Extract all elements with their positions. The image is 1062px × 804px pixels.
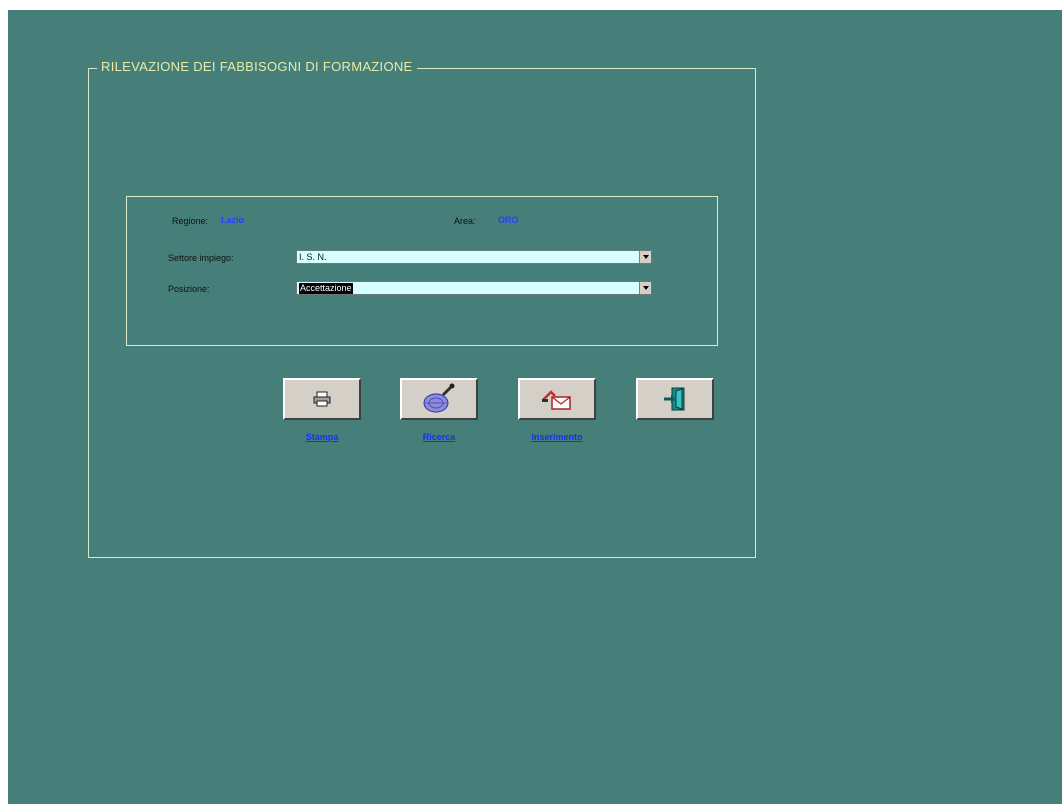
printer-icon: [313, 391, 331, 407]
print-button-label[interactable]: Stampa: [272, 432, 372, 442]
search-button-label[interactable]: Ricerca: [389, 432, 489, 442]
posizione-select[interactable]: Accettazione: [296, 281, 652, 295]
insert-button-label[interactable]: Inserimento: [507, 432, 607, 442]
insert-record-icon: [542, 390, 571, 410]
chevron-down-icon[interactable]: [639, 251, 651, 263]
posizione-label: Posizione:: [168, 284, 210, 294]
settore-label: Settore impiego:: [168, 253, 234, 263]
insert-button[interactable]: [518, 378, 596, 420]
app-window: RILEVAZIONE DEI FABBISOGNI DI FORMAZIONE…: [8, 10, 1062, 804]
search-globe-icon: [423, 383, 455, 413]
form-title: RILEVAZIONE DEI FABBISOGNI DI FORMAZIONE: [97, 59, 417, 74]
print-button[interactable]: [283, 378, 361, 420]
regione-value: Lazio: [221, 215, 245, 225]
exit-door-icon: [664, 387, 685, 411]
settore-select[interactable]: I. S. N.: [296, 250, 652, 264]
settore-select-value: I. S. N.: [299, 252, 327, 262]
regione-label: Regione:: [172, 216, 209, 226]
filter-panel: [126, 196, 718, 346]
area-label: Area:: [454, 216, 476, 226]
area-value: ORO: [498, 215, 519, 225]
chevron-down-icon[interactable]: [639, 282, 651, 294]
exit-button[interactable]: [636, 378, 714, 420]
posizione-select-value: Accettazione: [299, 283, 353, 294]
search-button[interactable]: [400, 378, 478, 420]
